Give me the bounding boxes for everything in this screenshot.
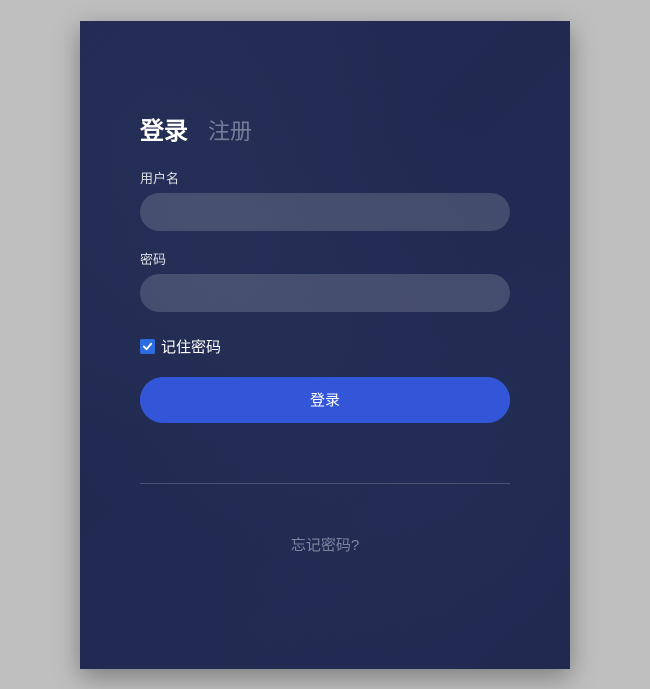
tab-register[interactable]: 注册 [208, 114, 252, 146]
login-card: 登录 注册 用户名 密码 记住密码 登录 忘记密码? [80, 21, 570, 669]
password-label: 密码 [140, 249, 510, 268]
remember-label: 记住密码 [161, 336, 221, 357]
password-input[interactable] [140, 274, 510, 312]
login-button[interactable]: 登录 [140, 377, 510, 423]
divider [140, 483, 510, 484]
username-input[interactable] [140, 193, 510, 231]
username-label: 用户名 [140, 168, 510, 187]
forgot-container: 忘记密码? [140, 534, 510, 555]
remember-checkbox[interactable] [140, 339, 155, 354]
check-icon [142, 341, 153, 352]
auth-tabs: 登录 注册 [140, 111, 510, 146]
tab-login[interactable]: 登录 [140, 111, 188, 146]
forgot-password-link[interactable]: 忘记密码? [291, 537, 359, 554]
remember-row: 记住密码 [140, 336, 510, 357]
